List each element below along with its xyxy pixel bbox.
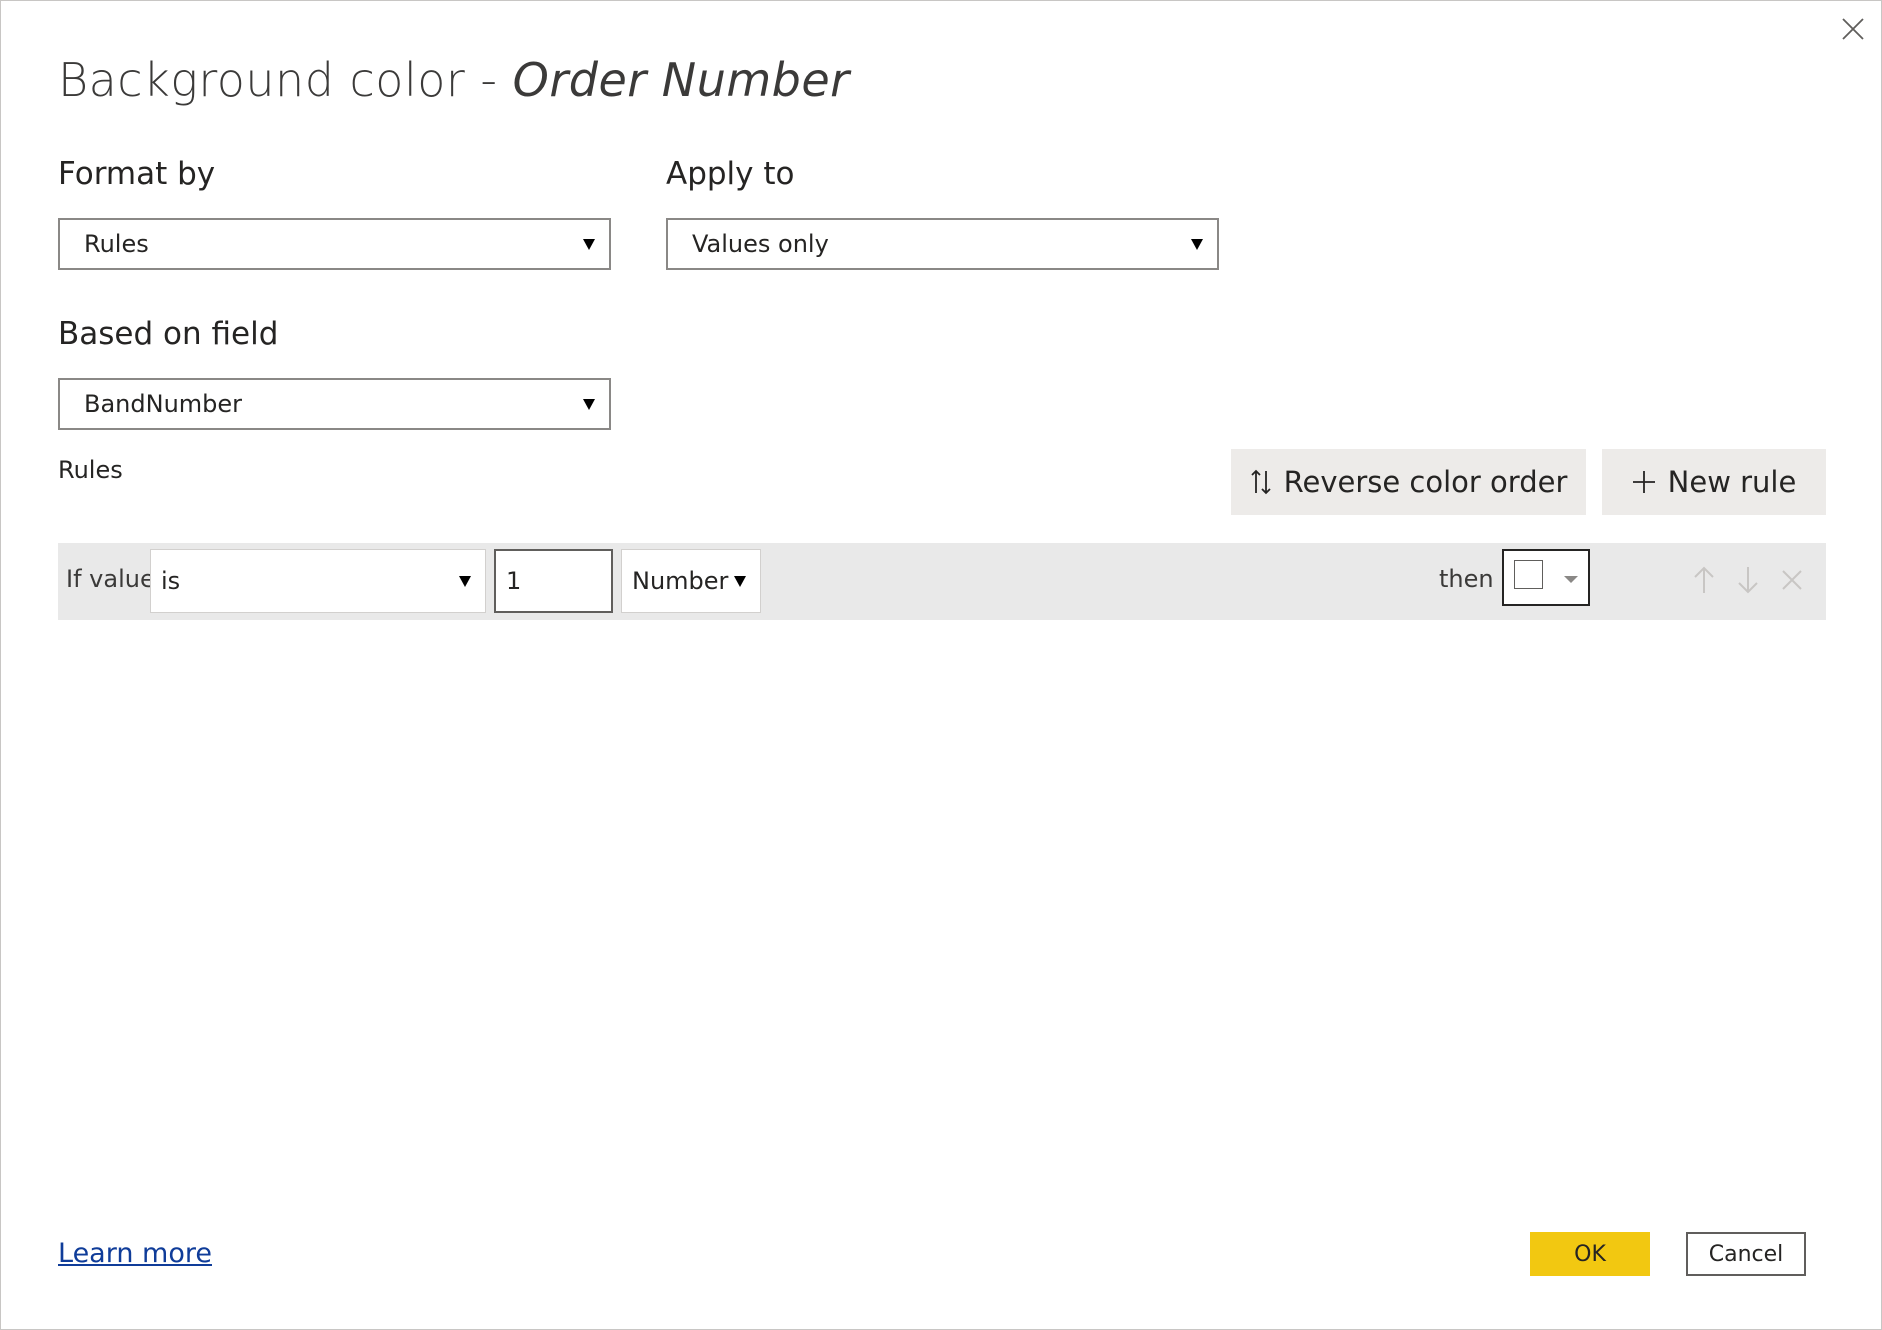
if-value-label: If value: [66, 565, 155, 593]
move-down-button[interactable]: [1731, 563, 1765, 597]
rule-operator-select[interactable]: is: [150, 549, 486, 613]
new-rule-button[interactable]: New rule: [1602, 449, 1826, 515]
close-icon: [1782, 570, 1802, 590]
format-by-value: Rules: [84, 230, 149, 258]
cancel-button[interactable]: Cancel: [1686, 1232, 1806, 1276]
based-on-field-select[interactable]: BandNumber: [58, 378, 611, 430]
based-on-field-label: Based on field: [58, 316, 279, 352]
chevron-down-icon: [734, 575, 746, 587]
apply-to-select[interactable]: Values only: [666, 218, 1219, 270]
chevron-down-icon: [1564, 576, 1578, 583]
plus-icon: [1632, 470, 1656, 494]
new-rule-label: New rule: [1667, 465, 1797, 499]
dialog-title: Background color - Order Number: [58, 53, 850, 107]
arrow-down-icon: [1738, 567, 1758, 594]
close-button[interactable]: [1837, 13, 1869, 45]
chevron-down-icon: [583, 398, 595, 410]
rules-label: Rules: [58, 456, 123, 484]
rule-type-value: Number: [632, 567, 729, 595]
arrow-up-icon: [1694, 566, 1714, 593]
close-icon: [1842, 18, 1864, 40]
rule-color-picker[interactable]: [1502, 549, 1590, 606]
dialog-title-field: Order Number: [512, 53, 850, 107]
chevron-down-icon: [583, 238, 595, 250]
reverse-color-order-label: Reverse color order: [1283, 465, 1568, 499]
apply-to-label: Apply to: [666, 156, 795, 192]
move-up-button[interactable]: [1687, 563, 1721, 597]
then-label: then: [1439, 565, 1494, 593]
chevron-down-icon: [459, 575, 471, 587]
ok-button[interactable]: OK: [1530, 1232, 1650, 1276]
delete-rule-button[interactable]: [1775, 563, 1809, 597]
apply-to-value: Values only: [692, 230, 829, 258]
rule-type-select[interactable]: Number: [621, 549, 761, 613]
based-on-field-value: BandNumber: [84, 390, 243, 418]
rule-operator-value: is: [161, 567, 181, 595]
format-by-label: Format by: [58, 156, 216, 192]
rule-row: If value is Number then: [58, 543, 1826, 620]
rule-value-input[interactable]: [494, 549, 613, 613]
chevron-down-icon: [1191, 238, 1203, 250]
sort-arrows-icon: [1250, 469, 1272, 495]
format-by-select[interactable]: Rules: [58, 218, 611, 270]
conditional-format-dialog: Background color - Order Number Format b…: [0, 0, 1882, 1330]
dialog-title-prefix: Background color -: [58, 53, 513, 107]
reverse-color-order-button[interactable]: Reverse color order: [1231, 449, 1586, 515]
color-swatch: [1514, 560, 1543, 589]
learn-more-link[interactable]: Learn more: [58, 1238, 212, 1269]
